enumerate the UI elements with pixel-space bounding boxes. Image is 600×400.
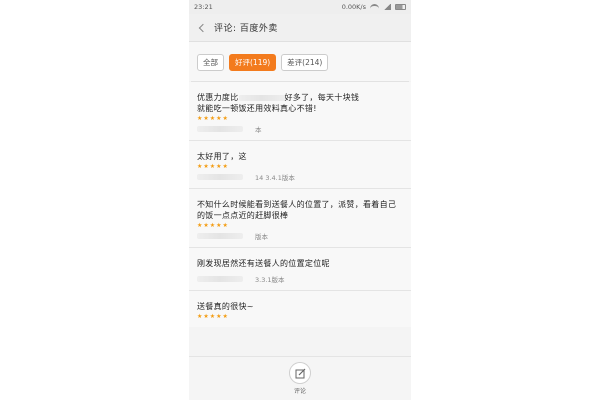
review-meta: 14 3.4.1版本: [197, 172, 403, 182]
status-indicators: 0.00K/s: [342, 3, 406, 11]
phone-screen: 23:21 0.00K/s 评论: 百度外卖 全部 好评(119) 差评(214…: [189, 0, 411, 400]
redacted-text: [238, 94, 285, 101]
signal-icon: [383, 4, 391, 10]
bottom-bar: 评论: [189, 356, 411, 400]
tab-negative[interactable]: 差评(214): [281, 54, 329, 71]
battery-icon: [395, 4, 406, 10]
review-meta: 3.3.1版本: [197, 274, 403, 284]
review-text: 送餐真的很快~: [197, 302, 254, 311]
tab-all[interactable]: 全部: [197, 54, 224, 71]
review-version: 14 3.4.1版本: [255, 174, 295, 182]
star-rating: ★★★★★: [197, 115, 229, 122]
redacted-text: [197, 174, 243, 180]
status-time: 23:21: [194, 3, 213, 11]
review-text: 不知什么时候能看到送餐人的位置了，派赞，看着自己的饭一点点近的赶脚很棒: [197, 200, 397, 220]
review-text: 太好用了，这: [197, 152, 247, 161]
comment-circle: [289, 362, 311, 384]
filter-tabs: 全部 好评(119) 差评(214): [189, 42, 411, 81]
tab-positive[interactable]: 好评(119): [229, 54, 277, 71]
comment-label: 评论: [293, 388, 306, 395]
redacted-text: [197, 276, 243, 282]
review-version: 3.3.1版本: [255, 276, 285, 284]
review-text-line: 就能吃一顿饭还用效料真心不错!: [197, 104, 317, 113]
redacted-text: [197, 233, 243, 239]
review-text: 优惠力度比 好多了，每天十块钱 就能吃一顿饭还用效料真心不错!: [197, 92, 403, 114]
title-bar: 评论: 百度外卖: [189, 14, 411, 42]
review-item: 不知什么时候能看到送餐人的位置了，派赞，看着自己的饭一点点近的赶脚很棒 ★★★★…: [189, 189, 411, 248]
review-text: 刚发现居然还有送餐人的位置定位呢: [197, 259, 330, 268]
network-speed: 0.00K/s: [341, 3, 366, 11]
write-comment-button[interactable]: 评论: [289, 362, 311, 395]
star-rating: ★★★★★: [197, 163, 229, 170]
star-rating: ★★★★★: [197, 222, 229, 229]
review-version: 版本: [255, 233, 268, 241]
star-rating: ★★★★★: [197, 313, 229, 320]
review-item: 送餐真的很快~ ★★★★★: [189, 291, 411, 327]
review-text-part: 好多了，每天十块钱: [284, 93, 360, 102]
edit-icon: [295, 368, 305, 378]
review-item: 刚发现居然还有送餐人的位置定位呢 3.3.1版本: [189, 248, 411, 291]
review-meta: 版本: [197, 231, 403, 241]
review-version: 本: [255, 126, 262, 134]
back-button[interactable]: [197, 20, 209, 36]
wifi-icon: [370, 4, 379, 10]
page-title: 评论: 百度外卖: [214, 24, 278, 34]
review-item: 优惠力度比 好多了，每天十块钱 就能吃一顿饭还用效料真心不错! ★★★★★ 本: [189, 82, 411, 141]
review-meta: 本: [197, 124, 403, 134]
review-item: 太好用了，这 ★★★★★ 14 3.4.1版本: [189, 141, 411, 189]
review-text-part: 优惠力度比: [197, 93, 239, 102]
redacted-text: [197, 126, 243, 132]
status-bar: 23:21 0.00K/s: [189, 0, 411, 14]
